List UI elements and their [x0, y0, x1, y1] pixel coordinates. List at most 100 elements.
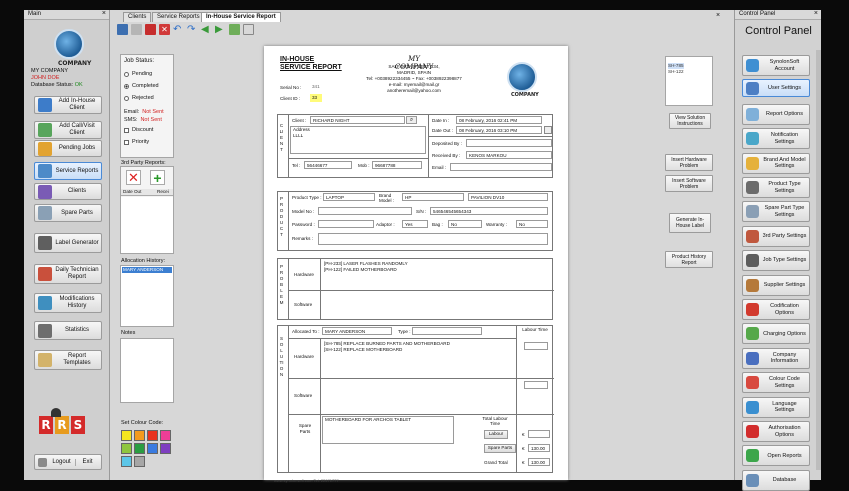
cp-button-open-reports[interactable]: Open Reports	[742, 445, 810, 467]
logout-button[interactable]: Logout	[50, 459, 75, 466]
sidebar-button-spare-parts[interactable]: Spare Parts	[34, 204, 102, 222]
sidebar-button-add-call-visit-client[interactable]: Add Call/Visit Client	[34, 121, 102, 139]
sidebar-button-statistics[interactable]: Statistics	[34, 321, 102, 340]
print-icon[interactable]	[131, 24, 142, 35]
sidebar-button-label-generator[interactable]: Label Generator	[34, 233, 102, 253]
discount-checkbox[interactable]	[124, 127, 129, 133]
solution-list[interactable]: SH-785 SH-122	[665, 56, 713, 106]
address-field[interactable]: Address LLLL	[290, 126, 426, 154]
sidebar-button-pending-jobs[interactable]: Pending Jobs	[34, 140, 102, 157]
radio-rejected[interactable]	[124, 95, 129, 101]
colour-swatch[interactable]	[147, 443, 158, 454]
hardware-labour-input[interactable]	[524, 342, 548, 350]
cp-button-codification-options[interactable]: Codification Options	[742, 299, 810, 320]
email-icon[interactable]	[243, 24, 254, 35]
colour-swatch[interactable]	[121, 443, 132, 454]
priority-check[interactable]: Priority	[124, 139, 149, 145]
status-completed[interactable]: Completed	[124, 83, 159, 89]
labour-total-input[interactable]	[528, 430, 550, 438]
sidebar-button-modifications-history[interactable]: Modifications History	[34, 293, 102, 313]
spare-total-input[interactable]: 130.00	[528, 444, 550, 452]
radio-completed[interactable]	[124, 83, 129, 89]
received-input[interactable]: KENOS MARKOU	[466, 151, 552, 159]
email-input[interactable]	[450, 163, 552, 171]
priority-checkbox[interactable]	[124, 139, 129, 145]
allocated-select[interactable]: MARY ANDERSON	[322, 327, 392, 335]
control-panel-scrollbar[interactable]	[816, 50, 821, 470]
date-out-input[interactable]: 08 February, 2016 03:10 PM	[456, 126, 542, 134]
colour-swatch[interactable]	[121, 456, 132, 467]
colour-swatch[interactable]	[160, 443, 171, 454]
colour-swatch[interactable]	[134, 430, 145, 441]
sn-input[interactable]: 546546545654343	[430, 207, 548, 215]
cp-button-charging-options[interactable]: Charging Options	[742, 323, 810, 345]
notes-textarea[interactable]	[120, 338, 174, 403]
colour-swatch[interactable]	[134, 443, 145, 454]
solution-list-item-2[interactable]: SH-122	[668, 69, 684, 75]
cp-button-synolonsoft-account[interactable]: SynolonSoft Account	[742, 55, 810, 76]
date-in-input[interactable]: 08 February, 2016 02:41 PM	[456, 116, 542, 124]
cp-button-brand-and-model-settings[interactable]: Brand And Model Settings	[742, 152, 810, 174]
spare-parts-button[interactable]: Spare Parts	[484, 444, 516, 453]
calendar-icon[interactable]	[544, 126, 552, 134]
warranty-select[interactable]: No	[516, 220, 548, 228]
colour-swatch[interactable]	[160, 430, 171, 441]
undo-icon[interactable]: ↶	[173, 24, 184, 35]
client-input[interactable]: RICHARD NIGHT	[310, 116, 405, 124]
deposited-input[interactable]	[466, 139, 552, 147]
tel-input[interactable]: 56446677	[304, 161, 352, 169]
back-icon[interactable]: ◀	[201, 24, 212, 35]
allocation-item[interactable]: MARY ANDERSON	[122, 267, 172, 273]
status-rejected[interactable]: Rejected	[124, 95, 154, 101]
tab-close-icon[interactable]: ×	[716, 12, 720, 19]
tab-clients[interactable]: Clients	[123, 12, 152, 22]
sidebar-close-icon[interactable]: ×	[102, 10, 106, 17]
colour-swatch[interactable]	[147, 430, 158, 441]
cp-button-notification-settings[interactable]: Notification Settings	[742, 128, 810, 150]
tab-in-house-service-report[interactable]: In-House Service Report	[201, 12, 281, 22]
cp-button-company-information[interactable]: Company Information	[742, 347, 810, 369]
redo-icon[interactable]: ↷	[187, 24, 198, 35]
radio-pending[interactable]	[124, 71, 129, 77]
client-id-value[interactable]: 33	[310, 94, 322, 102]
generate-label-button[interactable]: Generate In-House Label	[669, 213, 711, 233]
forward-icon[interactable]: ▶	[215, 24, 226, 35]
bag-select[interactable]: No	[448, 220, 482, 228]
remarks-input[interactable]	[318, 233, 548, 245]
cp-button-spare-part-type-settings[interactable]: Spare Part Type Settings	[742, 201, 810, 223]
allocation-list[interactable]: MARY ANDERSON	[120, 265, 174, 327]
sidebar-button-add-in-house-client[interactable]: Add In-House Client	[34, 96, 102, 114]
export-icon[interactable]	[229, 24, 240, 35]
cp-button-job-type-settings[interactable]: Job Type Settings	[742, 250, 810, 272]
status-pending[interactable]: Pending	[124, 71, 152, 77]
model-select[interactable]: PAVILION DV10	[468, 193, 548, 201]
exit-button[interactable]: Exit	[75, 458, 101, 466]
cp-button-database[interactable]: Database	[742, 469, 810, 491]
remove-third-party-button[interactable]: ✕	[126, 170, 141, 185]
solution-hardware-list[interactable]: [SH-785] REPLACE BURNED PARTS AND MOTHER…	[324, 341, 450, 353]
password-input[interactable]	[318, 220, 374, 228]
add-third-party-button[interactable]: +	[150, 170, 165, 185]
insert-software-problem-button[interactable]: Insert Software Problem	[665, 175, 713, 192]
cp-button-product-type-settings[interactable]: Product Type Settings	[742, 177, 810, 198]
control-panel-close-icon[interactable]: ×	[814, 10, 818, 17]
save-icon[interactable]	[117, 24, 128, 35]
cp-button-supplier-settings[interactable]: Supplier Settings	[742, 274, 810, 296]
cp-button-user-settings[interactable]: User Settings	[742, 79, 810, 98]
view-solution-instructions-button[interactable]: View Solution Instructions	[669, 113, 711, 129]
colour-swatch[interactable]	[121, 430, 132, 441]
sidebar-button-service-reports[interactable]: Service Reports	[34, 162, 102, 180]
colour-swatch[interactable]	[134, 456, 145, 467]
spare-parts-field[interactable]: MOTHERBOARD FOR ARCHOS TABLET	[322, 416, 454, 444]
labour-button[interactable]: Labour	[484, 430, 508, 439]
client-search-icon[interactable]: ⌕	[406, 116, 417, 124]
cp-button-report-options[interactable]: Report Options	[742, 103, 810, 125]
product-type-select[interactable]: LAPTOP	[323, 193, 375, 201]
cp-button-colour-code-settings[interactable]: Colour Code Settings	[742, 372, 810, 394]
mob-input[interactable]: 96687788	[372, 161, 422, 169]
pdf-icon[interactable]	[145, 24, 156, 35]
tab-service-reports[interactable]: Service Reports	[152, 12, 205, 22]
model-no-input[interactable]	[318, 207, 412, 215]
cp-button-authorisation-options[interactable]: Authorisation Options	[742, 421, 810, 442]
problem-hardware-list[interactable]: [PH-233] LASER FLASHES RANDOMLY [PH-122]…	[324, 261, 408, 273]
